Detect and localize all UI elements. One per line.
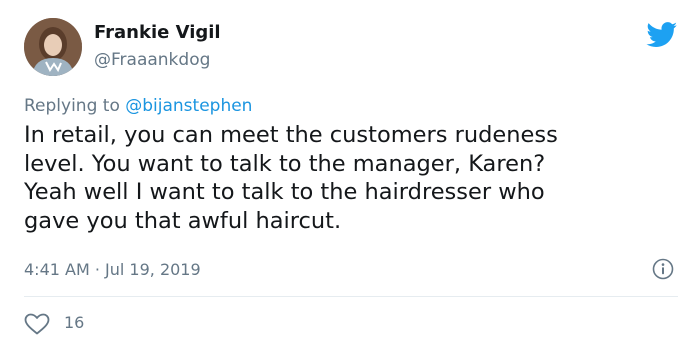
info-icon[interactable] (652, 258, 674, 280)
display-name[interactable]: Frankie Vigil (94, 22, 221, 44)
divider (24, 296, 678, 297)
replying-prefix: Replying to (24, 96, 126, 116)
like-count: 16 (64, 313, 85, 332)
avatar-image (24, 18, 82, 76)
reply-mention-link[interactable]: @bijanstephen (125, 96, 252, 116)
user-handle[interactable]: @Fraaankdog (94, 50, 210, 70)
avatar[interactable] (24, 18, 82, 76)
tweet-timestamp[interactable]: 4:41 AM · Jul 19, 2019 (24, 260, 201, 280)
tweet-card: Frankie Vigil @Fraaankdog Replying to @b… (0, 0, 700, 350)
replying-to: Replying to @bijanstephen (24, 96, 252, 116)
twitter-bird-icon[interactable] (646, 22, 678, 48)
tweet-text: In retail, you can meet the customers ru… (24, 122, 558, 234)
heart-icon[interactable] (24, 313, 50, 335)
